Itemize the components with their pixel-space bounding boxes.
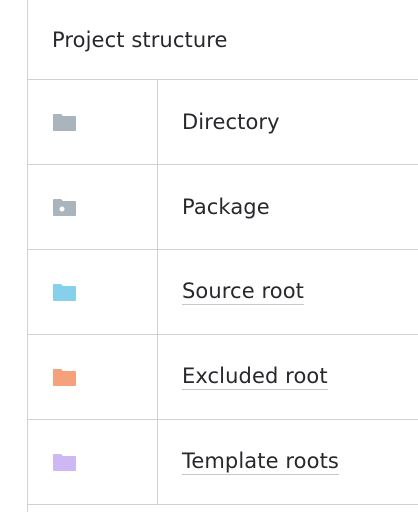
table-title: Project structure <box>52 27 228 52</box>
package-folder-icon <box>53 198 76 216</box>
row-label-template-roots[interactable]: Template roots <box>182 449 339 475</box>
icon-cell <box>28 80 158 164</box>
table-row-package: Package <box>28 165 418 250</box>
source-root-folder-icon <box>53 283 76 301</box>
row-label-package: Package <box>182 195 270 219</box>
label-cell: Source root <box>158 250 418 334</box>
table-row-partial <box>28 505 418 511</box>
table-row-excluded-root: Excluded root <box>28 335 418 420</box>
icon-cell <box>28 165 158 249</box>
icon-cell <box>28 250 158 334</box>
icon-cell <box>28 335 158 419</box>
table-row-source-root: Source root <box>28 250 418 335</box>
template-root-folder-icon <box>53 453 76 471</box>
label-cell: Excluded root <box>158 335 418 419</box>
label-cell: Template roots <box>158 420 418 504</box>
row-label-source-root[interactable]: Source root <box>182 279 305 305</box>
table-row-directory: Directory <box>28 80 418 165</box>
folder-icon <box>53 113 76 131</box>
table-row-template-roots: Template roots <box>28 420 418 505</box>
table-header: Project structure <box>28 0 418 80</box>
excluded-root-folder-icon <box>53 368 76 386</box>
project-structure-table: Project structure Directory Package Sour… <box>27 0 418 512</box>
icon-cell <box>28 420 158 504</box>
label-cell: Directory <box>158 80 418 164</box>
row-label-directory: Directory <box>182 110 280 134</box>
row-label-excluded-root[interactable]: Excluded root <box>182 364 328 390</box>
label-cell: Package <box>158 165 418 249</box>
